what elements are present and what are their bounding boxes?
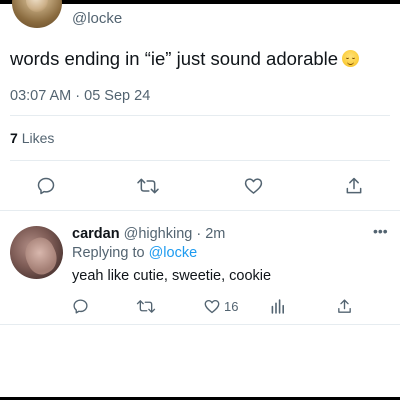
reply-header: cardan @highking · 2m [72, 226, 225, 242]
heart-icon [204, 299, 220, 314]
reply-like-button[interactable]: 16 [203, 298, 238, 315]
reply-author-name[interactable]: cardan [72, 226, 120, 242]
reply-retweet-button[interactable] [136, 298, 156, 315]
replying-mention[interactable]: @locke [149, 245, 198, 261]
divider [10, 115, 390, 116]
share-icon [338, 299, 351, 313]
reply-icon [37, 177, 55, 195]
like-button[interactable] [243, 176, 264, 196]
retweet-button[interactable] [136, 176, 160, 196]
reply-like-count: 16 [224, 299, 239, 314]
reply-author-handle[interactable]: @highking [124, 226, 193, 242]
divider [0, 324, 400, 325]
reply-reply-button[interactable] [72, 298, 89, 315]
replying-label: Replying to [72, 245, 145, 261]
tweet-timestamp[interactable]: 03:07 AM · 05 Sep 24 [10, 88, 150, 104]
tweet-text: words ending in “ie” just sound adorable [10, 48, 360, 70]
retweet-icon [137, 178, 159, 194]
main-avatar[interactable] [12, 0, 62, 28]
analytics-icon [271, 299, 284, 314]
heart-icon [244, 178, 263, 194]
reply-analytics-button[interactable] [270, 298, 286, 315]
reply-share-button[interactable] [336, 298, 353, 315]
reply-avatar[interactable] [10, 226, 63, 279]
more-options-icon[interactable]: ••• [373, 223, 388, 239]
reply-time[interactable]: 2m [205, 226, 225, 242]
share-button[interactable] [344, 176, 364, 196]
divider [0, 210, 400, 211]
main-handle[interactable]: @locke [72, 10, 122, 27]
retweet-icon [136, 300, 156, 313]
divider [10, 160, 390, 161]
likes-count: 7 [10, 130, 18, 146]
reply-text: yeah like cutie, sweetie, cookie [72, 268, 272, 284]
separator-dot: · [196, 226, 202, 242]
replying-to: Replying to @locke [72, 245, 197, 261]
share-icon [346, 177, 362, 194]
reply-button[interactable] [36, 176, 56, 196]
tweet-text-content: words ending in “ie” just sound adorable [10, 48, 339, 69]
reply-icon [73, 299, 88, 314]
likes-summary[interactable]: 7 Likes [10, 130, 54, 146]
likes-label: Likes [21, 130, 55, 146]
smiling-face-emoji-icon [342, 50, 360, 67]
